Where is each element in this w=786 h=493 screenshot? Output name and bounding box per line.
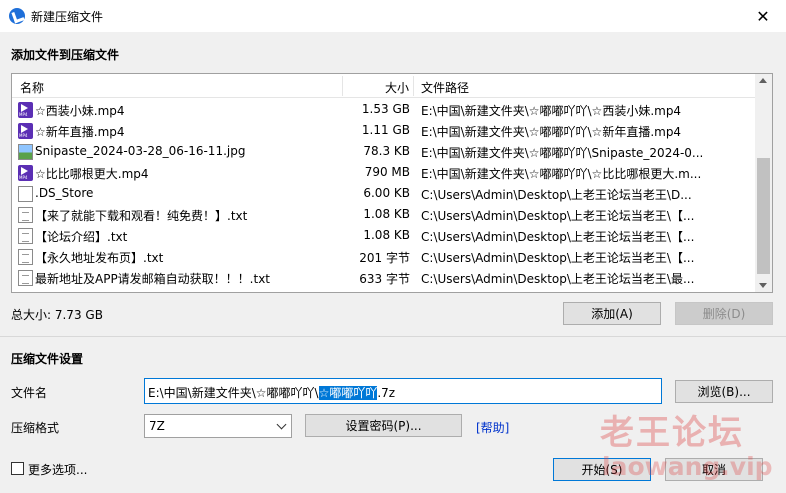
chevron-down-icon — [276, 419, 287, 430]
file-path: E:\中国\新建文件夹\☆嘟嘟吖吖\☆西装小妹.mp4 — [421, 104, 682, 118]
file-size: 1.53 GB — [361, 102, 410, 116]
text-file-icon — [18, 270, 33, 286]
filename-label: 文件名 — [11, 386, 48, 400]
file-path: E:\中国\新建文件夹\☆嘟嘟吖吖\☆新年直播.mp4 — [421, 125, 682, 139]
file-name: 最新地址及APP请发邮箱自动获取！！！.txt — [35, 272, 271, 286]
scroll-thumb[interactable] — [757, 158, 770, 274]
file-name: 【论坛介绍】.txt — [35, 230, 128, 244]
file-name: Snipaste_2024-03-28_06-16-11.jpg — [35, 144, 246, 158]
file-size: 1.11 GB — [361, 123, 410, 137]
text-file-icon — [18, 207, 33, 223]
app-logo-icon — [9, 8, 25, 24]
file-size: 633 字节 — [359, 272, 410, 286]
column-name[interactable]: 名称 — [20, 79, 44, 96]
column-divider — [413, 76, 414, 96]
image-file-icon — [18, 144, 33, 160]
file-name: .DS_Store — [35, 186, 94, 200]
watermark-url: laowang.vip — [602, 452, 773, 481]
file-path: E:\中国\新建文件夹\☆嘟嘟吖吖\☆比比哪根更大.m... — [421, 167, 702, 181]
blank-file-icon — [18, 186, 33, 202]
mp4-file-icon — [18, 165, 33, 181]
file-path: C:\Users\Admin\Desktop\上老王论坛当老王\【... — [421, 230, 695, 244]
format-select[interactable]: 7Z — [144, 414, 292, 438]
mp4-file-icon — [18, 123, 33, 139]
file-path: E:\中国\新建文件夹\☆嘟嘟吖吖\Snipaste_2024-0... — [421, 146, 704, 160]
file-size: 1.08 KB — [363, 207, 410, 221]
column-size[interactable]: 大小 — [385, 79, 409, 96]
file-size: 6.00 KB — [363, 186, 410, 200]
column-path[interactable]: 文件路径 — [421, 79, 469, 96]
table-row[interactable]: ☆比比哪根更大.mp4 790 MB E:\中国\新建文件夹\☆嘟嘟吖吖\☆比比… — [12, 162, 757, 183]
table-row[interactable]: 【来了就能下载和观看！纯免费！】.txt 1.08 KB C:\Users\Ad… — [12, 204, 757, 225]
section-divider — [0, 336, 786, 337]
file-list-header: 名称 大小 文件路径 — [12, 74, 757, 98]
filename-prefix: E:\中国\新建文件夹\☆嘟嘟吖吖\ — [148, 386, 319, 400]
filename-selected-text: ☆嘟嘟吖吖 — [318, 386, 378, 400]
window-title: 新建压缩文件 — [31, 10, 104, 24]
scroll-down-icon[interactable] — [759, 283, 767, 288]
more-options-label[interactable]: 更多选项... — [28, 461, 87, 478]
add-files-heading: 添加文件到压缩文件 — [11, 48, 120, 62]
format-value: 7Z — [149, 419, 165, 433]
text-file-icon — [18, 228, 33, 244]
table-row[interactable]: ☆新年直播.mp4 1.11 GB E:\中国\新建文件夹\☆嘟嘟吖吖\☆新年直… — [12, 120, 757, 141]
delete-button[interactable]: 删除(D) — [675, 302, 773, 325]
set-password-button[interactable]: 设置密码(P)... — [305, 414, 462, 437]
file-size: 1.08 KB — [363, 228, 410, 242]
table-row[interactable]: Snipaste_2024-03-28_06-16-11.jpg 78.3 KB… — [12, 141, 757, 162]
file-size: 790 MB — [364, 165, 410, 179]
file-name: ☆西装小妹.mp4 — [35, 104, 125, 118]
settings-heading: 压缩文件设置 — [11, 352, 84, 366]
add-button[interactable]: 添加(A) — [563, 302, 661, 325]
mp4-file-icon — [18, 102, 33, 118]
browse-button[interactable]: 浏览(B)... — [675, 380, 773, 403]
table-row[interactable]: .DS_Store 6.00 KB C:\Users\Admin\Desktop… — [12, 183, 757, 204]
format-label: 压缩格式 — [11, 421, 60, 435]
filename-suffix: .7z — [377, 386, 396, 400]
close-button[interactable]: ✕ — [740, 0, 786, 32]
file-name: ☆新年直播.mp4 — [35, 125, 125, 139]
table-row[interactable]: ☆西装小妹.mp4 1.53 GB E:\中国\新建文件夹\☆嘟嘟吖吖\☆西装小… — [12, 99, 757, 120]
table-row[interactable]: 【论坛介绍】.txt 1.08 KB C:\Users\Admin\Deskto… — [12, 225, 757, 246]
file-name: 【来了就能下载和观看！纯免费！】.txt — [35, 209, 248, 223]
file-rows: ☆西装小妹.mp4 1.53 GB E:\中国\新建文件夹\☆嘟嘟吖吖\☆西装小… — [12, 99, 757, 288]
file-path: C:\Users\Admin\Desktop\上老王论坛当老王\最... — [421, 272, 695, 286]
title-bar: 新建压缩文件 ✕ — [0, 0, 786, 32]
file-size: 201 字节 — [359, 251, 410, 265]
filename-input[interactable]: E:\中国\新建文件夹\☆嘟嘟吖吖\☆嘟嘟吖吖.7z — [144, 378, 662, 404]
text-file-icon — [18, 249, 33, 265]
file-list[interactable]: 名称 大小 文件路径 ☆西装小妹.mp4 1.53 GB E:\中国\新建文件夹… — [11, 73, 773, 293]
table-row[interactable]: 【永久地址发布页】.txt 201 字节 C:\Users\Admin\Desk… — [12, 246, 757, 267]
table-row[interactable]: 最新地址及APP请发邮箱自动获取！！！.txt 633 字节 C:\Users\… — [12, 267, 757, 288]
file-path: C:\Users\Admin\Desktop\上老王论坛当老王\【... — [421, 209, 695, 223]
total-size: 总大小: 7.73 GB — [11, 308, 103, 322]
scroll-up-icon[interactable] — [759, 78, 767, 83]
file-name: ☆比比哪根更大.mp4 — [35, 167, 149, 181]
file-name: 【永久地址发布页】.txt — [35, 251, 164, 265]
file-path: C:\Users\Admin\Desktop\上老王论坛当老王\【... — [421, 251, 695, 265]
column-divider — [342, 76, 343, 96]
more-options-checkbox[interactable] — [11, 462, 24, 475]
file-size: 78.3 KB — [363, 144, 410, 158]
vertical-scrollbar[interactable] — [755, 74, 772, 292]
help-link[interactable]: [帮助] — [476, 419, 509, 436]
file-path: C:\Users\Admin\Desktop\上老王论坛当老王\D... — [421, 188, 692, 202]
watermark-text: 老王论坛 — [600, 413, 744, 453]
